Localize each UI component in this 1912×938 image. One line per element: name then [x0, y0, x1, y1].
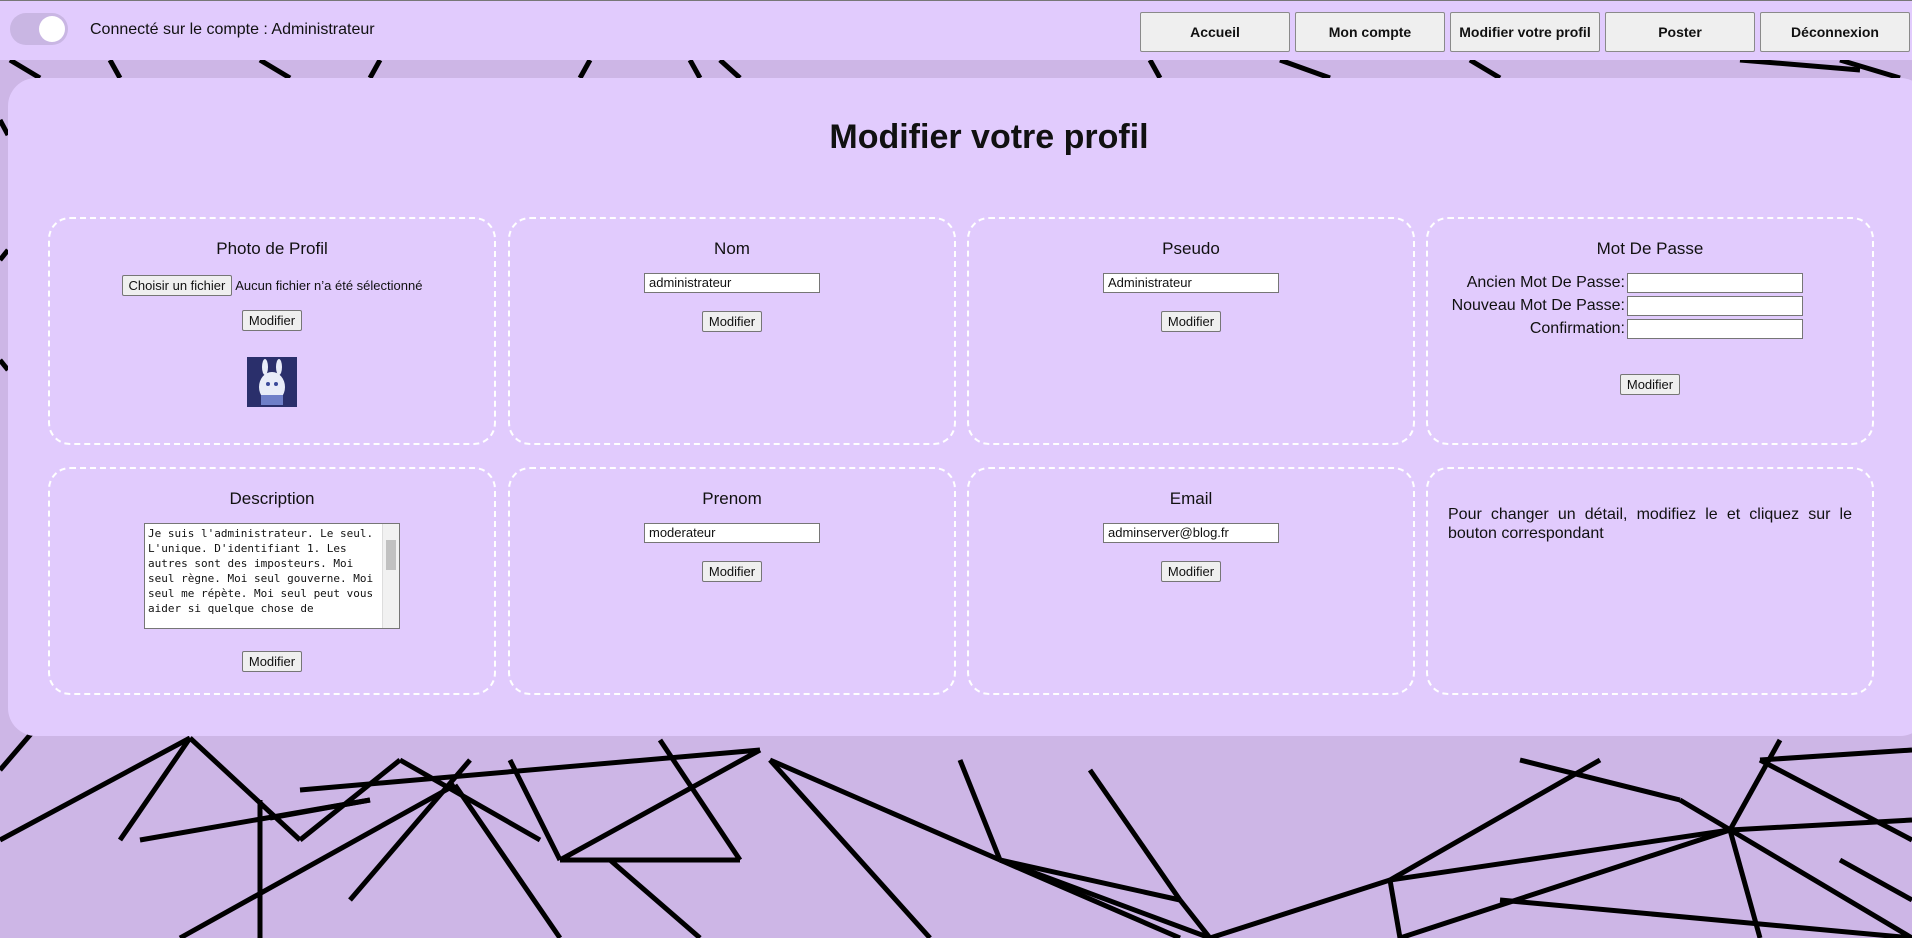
prenom-card: Prenom moderateur Modifier	[508, 467, 956, 695]
nom-title: Nom	[714, 239, 750, 258]
new-password-label: Nouveau Mot De Passe:	[1451, 296, 1625, 314]
prenom-modify-button[interactable]: Modifier	[701, 561, 763, 582]
confirm-password-label: Confirmation:	[1529, 319, 1625, 337]
nom-modify-button[interactable]: Modifier	[701, 311, 763, 332]
avatar-image	[247, 357, 297, 407]
page-title: Modifier votre profil	[829, 118, 1149, 156]
old-password-label: Ancien Mot De Passe:	[1466, 273, 1625, 291]
confirm-password-input[interactable]	[1627, 318, 1803, 339]
nav-modifier-profil-button[interactable]: Modifier votre profil	[1450, 12, 1600, 52]
nav-poster-button[interactable]: Poster	[1605, 12, 1755, 52]
prenom-input[interactable]: moderateur	[644, 523, 820, 543]
photo-card: Photo de Profil Choisir un fichier Aucun…	[48, 217, 496, 445]
email-title: Email	[1169, 489, 1213, 508]
nom-card: Nom administrateur Modifier	[508, 217, 956, 445]
photo-title: Photo de Profil	[216, 239, 328, 258]
nav-mon-compte-button[interactable]: Mon compte	[1295, 12, 1445, 52]
description-textarea[interactable]: Je suis l'administrateur. Le seul. L'uni…	[144, 523, 400, 629]
password-modify-button[interactable]: Modifier	[1619, 374, 1681, 395]
photo-modify-button[interactable]: Modifier	[241, 310, 303, 331]
file-picker: Choisir un fichier Aucun fichier n’a été…	[50, 275, 494, 296]
email-input[interactable]: adminserver@blog.fr	[1103, 523, 1279, 543]
description-text: Je suis l'administrateur. Le seul. L'uni…	[148, 527, 380, 615]
password-title: Mot De Passe	[1596, 239, 1704, 258]
confirm-password-row: Confirmation:	[1446, 317, 1872, 340]
info-card: Pour changer un détail, modifiez le et c…	[1426, 467, 1874, 695]
email-card: Email adminserver@blog.fr Modifier	[967, 467, 1415, 695]
no-file-label: Aucun fichier n’a été sélectionné	[235, 278, 423, 293]
email-modify-button[interactable]: Modifier	[1160, 561, 1222, 582]
theme-toggle[interactable]	[10, 13, 68, 45]
new-password-row: Nouveau Mot De Passe:	[1446, 294, 1872, 317]
nom-input[interactable]: administrateur	[644, 273, 820, 293]
avatar	[247, 357, 297, 407]
scroll-thumb[interactable]	[386, 540, 396, 570]
choose-file-button[interactable]: Choisir un fichier	[121, 275, 233, 296]
old-password-row: Ancien Mot De Passe:	[1446, 271, 1872, 294]
nav-deconnexion-button[interactable]: Déconnexion	[1760, 12, 1910, 52]
profile-panel: Modifier votre profil Photo de Profil Ch…	[8, 78, 1912, 736]
pseudo-title: Pseudo	[1162, 239, 1220, 258]
nav-bar: Accueil Mon compte Modifier votre profil…	[1140, 12, 1910, 52]
info-text: Pour changer un détail, modifiez le et c…	[1448, 506, 1852, 542]
nav-accueil-button[interactable]: Accueil	[1140, 12, 1290, 52]
description-card: Description Je suis l'administrateur. Le…	[48, 467, 496, 695]
prenom-title: Prenom	[702, 489, 762, 508]
pseudo-modify-button[interactable]: Modifier	[1160, 311, 1222, 332]
password-card: Mot De Passe Ancien Mot De Passe: Nouvea…	[1426, 217, 1874, 445]
description-title: Description	[229, 489, 315, 508]
toggle-knob	[39, 16, 65, 42]
new-password-input[interactable]	[1627, 295, 1803, 316]
pseudo-card: Pseudo Administrateur Modifier	[967, 217, 1415, 445]
top-bar: Connecté sur le compte : Administrateur …	[0, 0, 1912, 60]
description-modify-button[interactable]: Modifier	[241, 651, 303, 672]
description-scrollbar[interactable]	[382, 524, 399, 628]
old-password-input[interactable]	[1627, 272, 1803, 293]
pseudo-input[interactable]: Administrateur	[1103, 273, 1279, 293]
account-status: Connecté sur le compte : Administrateur	[90, 21, 375, 38]
